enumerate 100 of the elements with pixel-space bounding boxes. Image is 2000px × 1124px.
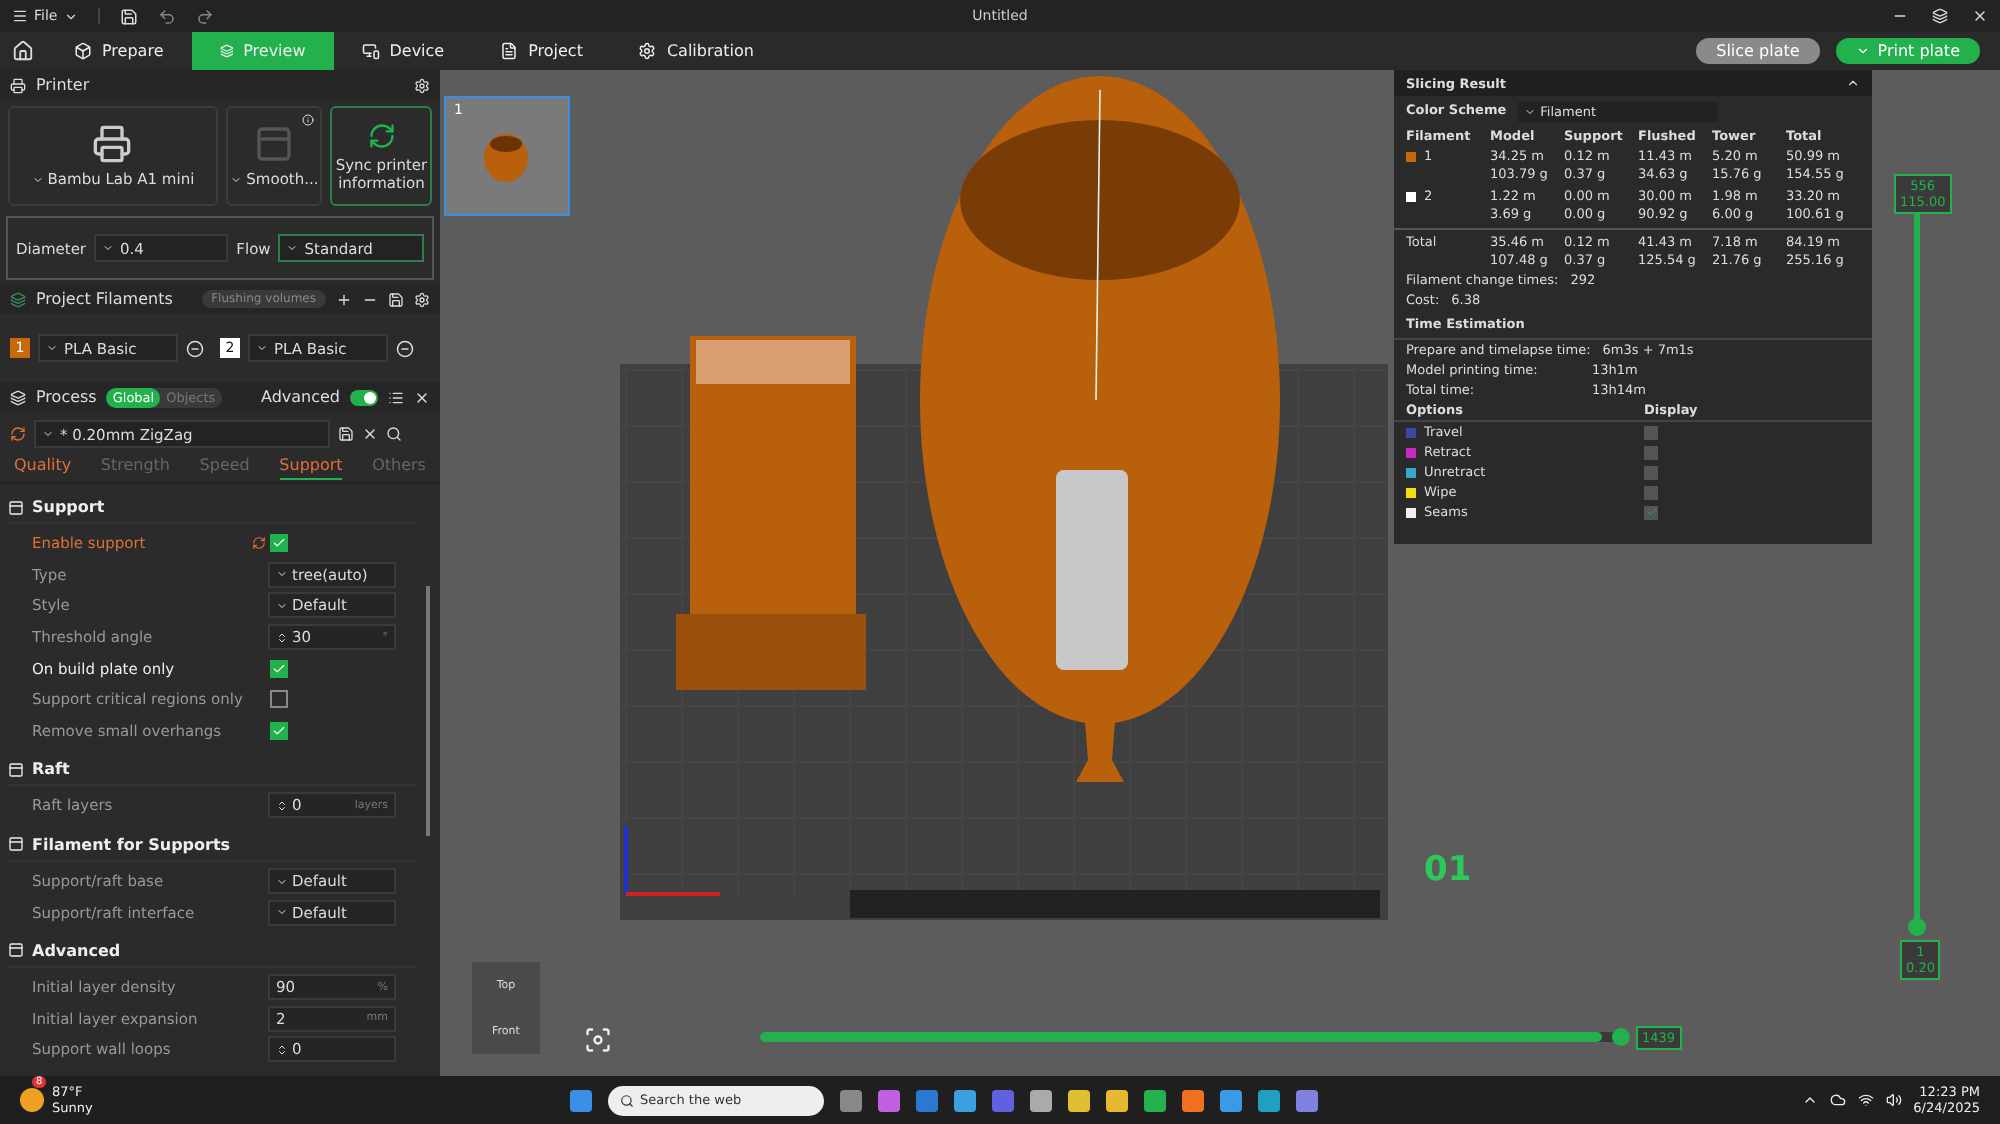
taskbar-app-icon[interactable] bbox=[1030, 1089, 1052, 1111]
collapse-icon[interactable] bbox=[1846, 76, 1860, 90]
checkbox[interactable] bbox=[270, 659, 288, 678]
devices-icon bbox=[361, 42, 380, 60]
remove-icon[interactable] bbox=[396, 339, 414, 357]
save-icon[interactable] bbox=[338, 426, 354, 442]
document-icon bbox=[500, 42, 519, 60]
check-icon bbox=[272, 536, 286, 551]
caret-icon bbox=[31, 173, 44, 185]
section-title: Process bbox=[36, 388, 97, 406]
section-title: Project Filaments bbox=[36, 290, 173, 308]
search-icon bbox=[620, 1093, 634, 1107]
taskbar-app-icon[interactable] bbox=[1258, 1089, 1280, 1111]
caret-icon bbox=[276, 906, 288, 919]
taskbar-app-icon[interactable] bbox=[1296, 1089, 1318, 1111]
checkbox[interactable] bbox=[1644, 445, 1658, 459]
filament-icon bbox=[10, 291, 26, 307]
caret-icon bbox=[63, 9, 78, 23]
settings-tab[interactable]: Support bbox=[279, 456, 343, 480]
start-icon[interactable] bbox=[570, 1089, 592, 1111]
weather-icon bbox=[20, 1088, 44, 1112]
undo-icon[interactable] bbox=[157, 7, 176, 25]
taskbar-app-icon[interactable] bbox=[840, 1089, 862, 1111]
caret-icon bbox=[230, 173, 243, 185]
tray-icon[interactable] bbox=[1801, 1092, 1818, 1108]
plate-icon bbox=[254, 124, 295, 164]
reset-icon[interactable] bbox=[10, 426, 26, 442]
settings-icon[interactable] bbox=[414, 77, 430, 93]
layers-icon bbox=[219, 42, 234, 60]
check-icon bbox=[272, 661, 286, 676]
section-title: Advanced bbox=[32, 941, 121, 960]
main-tab[interactable]: Device bbox=[333, 32, 473, 70]
close-icon[interactable] bbox=[1972, 8, 1988, 24]
caret-icon bbox=[276, 568, 288, 581]
caret-icon bbox=[286, 242, 299, 254]
cube-icon bbox=[74, 42, 92, 60]
checkbox[interactable] bbox=[270, 534, 288, 553]
section-title: Printer bbox=[36, 76, 90, 94]
main-tab[interactable]: Calibration bbox=[610, 32, 782, 70]
caret-icon bbox=[276, 599, 288, 612]
taskbar-app-icon[interactable] bbox=[1144, 1089, 1166, 1111]
printer-icon bbox=[92, 124, 133, 164]
list-icon[interactable] bbox=[388, 389, 404, 405]
caret-icon bbox=[46, 342, 58, 354]
caret-icon bbox=[102, 242, 115, 254]
settings-tab[interactable]: Quality bbox=[14, 456, 72, 478]
section-title: Filament for Supports bbox=[32, 835, 231, 854]
caret-icon bbox=[1524, 106, 1537, 118]
advanced-toggle[interactable] bbox=[350, 389, 378, 405]
slider-handle[interactable] bbox=[1612, 1028, 1630, 1046]
checkbox[interactable] bbox=[1644, 485, 1658, 499]
taskbar-app-icon[interactable] bbox=[878, 1089, 900, 1111]
remove-icon[interactable] bbox=[186, 339, 204, 357]
volume-icon[interactable] bbox=[1885, 1092, 1902, 1108]
cloud-icon bbox=[1829, 1092, 1846, 1108]
taskbar-app-icon[interactable] bbox=[1068, 1089, 1090, 1111]
taskbar-app-icon[interactable] bbox=[1182, 1089, 1204, 1111]
search-icon[interactable] bbox=[386, 426, 402, 442]
reset-icon[interactable] bbox=[252, 536, 266, 551]
section-icon bbox=[8, 942, 24, 959]
checkbox[interactable] bbox=[1644, 425, 1658, 439]
plate-number: 01 bbox=[1424, 850, 1472, 890]
section-icon bbox=[8, 499, 24, 515]
checkbox[interactable] bbox=[1644, 505, 1658, 519]
check-icon bbox=[272, 723, 286, 738]
printer-icon bbox=[10, 77, 26, 93]
sync-icon bbox=[367, 121, 396, 149]
toggle-label: Advanced bbox=[260, 388, 340, 406]
slider-handle[interactable] bbox=[1908, 918, 1926, 936]
save-icon[interactable] bbox=[119, 7, 138, 25]
add-icon[interactable] bbox=[336, 291, 352, 307]
section-icon bbox=[8, 836, 24, 853]
main-tab[interactable]: Project bbox=[472, 32, 611, 70]
wifi-icon bbox=[1857, 1092, 1874, 1108]
section-title: Support bbox=[32, 498, 105, 516]
restore-icon[interactable] bbox=[1932, 8, 1948, 24]
taskbar-app-icon[interactable] bbox=[1106, 1089, 1128, 1111]
close-icon[interactable] bbox=[362, 426, 378, 442]
focus-icon[interactable] bbox=[584, 1026, 612, 1054]
taskbar-app-icon[interactable] bbox=[954, 1089, 976, 1111]
taskbar-app-icon[interactable] bbox=[1220, 1089, 1242, 1111]
checkbox[interactable] bbox=[270, 721, 288, 740]
main-tab[interactable]: Prepare bbox=[46, 32, 192, 70]
gear-icon bbox=[638, 42, 657, 60]
checkbox[interactable] bbox=[270, 690, 288, 709]
caret-icon bbox=[42, 428, 54, 440]
caret-icon bbox=[1855, 44, 1870, 58]
caret-icon bbox=[276, 875, 288, 888]
caret-icon bbox=[256, 342, 268, 354]
menu-icon bbox=[12, 8, 28, 24]
redo-icon[interactable] bbox=[195, 7, 214, 25]
vase-icon bbox=[482, 132, 530, 184]
check-icon bbox=[1645, 506, 1657, 518]
section-icon bbox=[8, 761, 24, 778]
process-icon bbox=[10, 389, 26, 405]
info-icon bbox=[302, 114, 315, 126]
home-icon[interactable] bbox=[12, 40, 34, 62]
settings-icon[interactable] bbox=[414, 291, 430, 307]
section-title: Raft bbox=[32, 760, 70, 779]
checkbox[interactable] bbox=[1644, 465, 1658, 479]
